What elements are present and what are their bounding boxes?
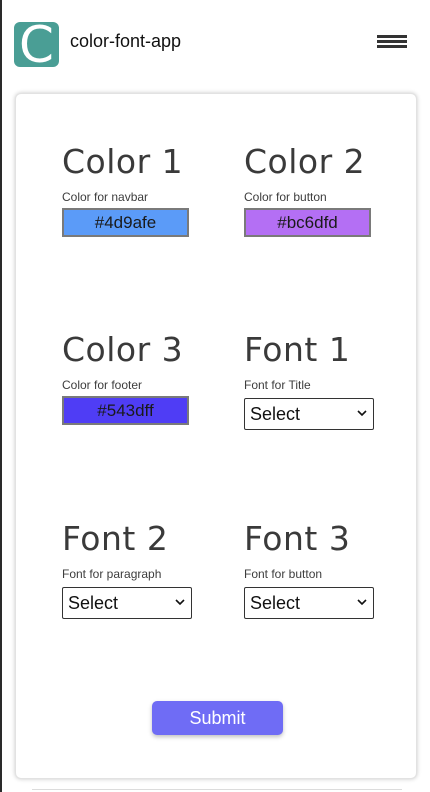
font-2-description: Font for paragraph — [62, 567, 162, 581]
font-1-heading: Font 1 — [244, 330, 351, 369]
color-1-heading: Color 1 — [62, 142, 184, 181]
font-2-selected-value: Select — [68, 593, 119, 613]
font-3-description: Font for button — [244, 567, 323, 581]
font-1-field: Font 1 Font for Title Select — [244, 330, 384, 430]
color-1-value: #4d9afe — [94, 213, 157, 232]
chevron-down-icon — [175, 599, 185, 606]
logo-letter: C — [19, 22, 54, 67]
font-3-field: Font 3 Font for button Select — [244, 519, 384, 619]
color-1-field: Color 1 Color for navbar #4d9afe — [62, 142, 202, 237]
color-3-picker[interactable]: #543dff — [62, 396, 189, 425]
color-2-description: Color for button — [244, 190, 327, 204]
font-3-heading: Font 3 — [244, 519, 351, 558]
color-2-picker[interactable]: #bc6dfd — [244, 208, 371, 237]
navbar: C color-font-app — [2, 0, 430, 88]
color-2-field: Color 2 Color for button #bc6dfd — [244, 142, 384, 237]
font-1-select[interactable]: Select — [244, 398, 374, 430]
color-3-description: Color for footer — [62, 378, 143, 392]
font-2-select[interactable]: Select — [62, 587, 192, 619]
font-2-heading: Font 2 — [62, 519, 169, 558]
font-1-selected-value: Select — [250, 404, 301, 424]
color-3-heading: Color 3 — [62, 330, 184, 369]
app-logo[interactable]: C — [14, 22, 59, 67]
color-3-value: #543dff — [97, 401, 154, 420]
font-3-selected-value: Select — [250, 593, 301, 613]
color-1-description: Color for navbar — [62, 190, 149, 204]
color-2-heading: Color 2 — [244, 142, 366, 181]
font-2-field: Font 2 Font for paragraph Select — [62, 519, 202, 619]
font-3-select[interactable]: Select — [244, 587, 374, 619]
chevron-down-icon — [357, 410, 367, 417]
hamburger-menu-icon[interactable] — [377, 35, 407, 49]
color-1-picker[interactable]: #4d9afe — [62, 208, 189, 237]
footer-divider — [32, 789, 402, 790]
font-1-description: Font for Title — [244, 378, 311, 392]
settings-form-card: Color 1 Color for navbar #4d9afe Color 2… — [15, 93, 417, 779]
color-3-field: Color 3 Color for footer #543dff — [62, 330, 202, 425]
app-title[interactable]: color-font-app — [70, 31, 181, 52]
color-2-value: #bc6dfd — [277, 213, 338, 232]
chevron-down-icon — [357, 599, 367, 606]
submit-button[interactable]: Submit — [152, 701, 283, 735]
